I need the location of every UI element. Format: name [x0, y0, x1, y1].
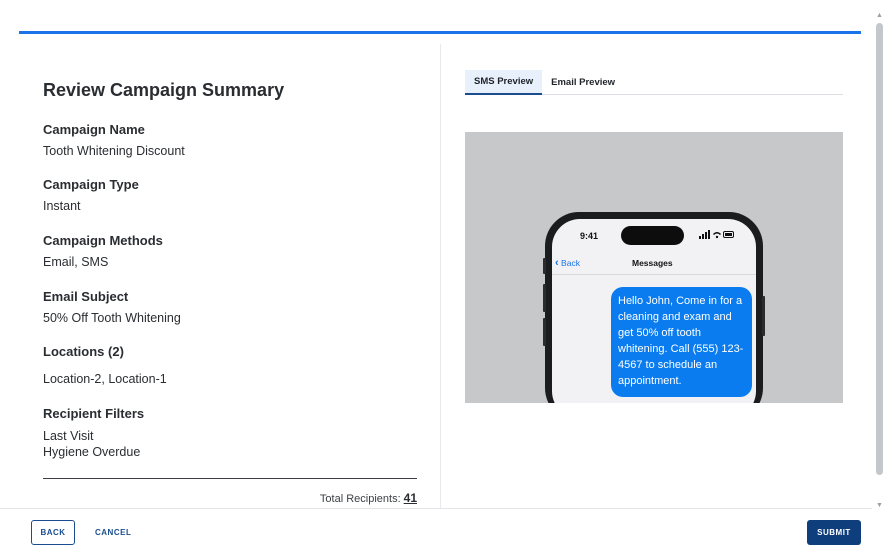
scroll-down-arrow-icon[interactable]: ▼ [875, 502, 884, 510]
footer-divider [0, 508, 872, 509]
messages-nav-bar: ‹ Back Messages [552, 249, 756, 275]
campaign-name-label: Campaign Name [43, 122, 145, 137]
submit-button[interactable]: SUBMIT [807, 520, 861, 545]
campaign-methods-label: Campaign Methods [43, 233, 163, 248]
top-accent-bar [19, 31, 861, 34]
campaign-methods-value: Email, SMS [43, 255, 109, 269]
chevron-left-icon: ‹ [555, 257, 559, 269]
email-subject-label: Email Subject [43, 289, 129, 304]
campaign-type-label: Campaign Type [43, 177, 139, 192]
campaign-name-value: Tooth Whitening Discount [43, 144, 185, 158]
tab-sms-preview[interactable]: SMS Preview [465, 70, 543, 95]
scroll-up-arrow-icon[interactable]: ▲ [875, 12, 884, 20]
vertical-scrollbar[interactable]: ▲ ▼ [875, 12, 884, 510]
email-subject-value: 50% Off Tooth Whitening [43, 311, 181, 325]
page-title: Review Campaign Summary [43, 80, 285, 100]
cancel-button[interactable]: CANCEL [95, 520, 131, 545]
sms-preview-area: 9:41 ‹ Back Messages Hello John, Come in… [465, 132, 843, 403]
phone-side-button [543, 258, 546, 274]
phone-side-button [762, 296, 765, 336]
summary-divider [43, 478, 417, 479]
preview-tabs: SMS Preview Email Preview [465, 70, 843, 95]
recipient-filters-label: Recipient Filters [43, 406, 145, 421]
scrollbar-thumb[interactable] [876, 23, 883, 475]
back-button[interactable]: BACK [31, 520, 75, 545]
locations-label: Locations (2) [43, 344, 124, 359]
back-link-label: Back [561, 258, 580, 268]
tab-email-preview[interactable]: Email Preview [542, 70, 624, 95]
recipient-filter-item: Hygiene Overdue [43, 445, 141, 459]
phone-side-button [543, 284, 546, 312]
messages-title: Messages [632, 258, 673, 268]
signal-wifi-battery-icon [699, 230, 735, 241]
locations-value: Location-2, Location-1 [43, 372, 167, 386]
sms-message-bubble: Hello John, Come in for a cleaning and e… [611, 287, 752, 397]
phone-side-button [543, 318, 546, 346]
status-time: 9:41 [580, 231, 599, 241]
recipient-filter-item: Last Visit [43, 429, 94, 443]
messages-back-link[interactable]: ‹ Back [555, 257, 580, 269]
campaign-type-value: Instant [43, 199, 81, 213]
dynamic-island [621, 226, 684, 245]
phone-mockup: 9:41 ‹ Back Messages Hello John, Come in… [543, 212, 765, 403]
panel-divider [440, 44, 441, 508]
phone-screen: 9:41 ‹ Back Messages Hello John, Come in… [552, 219, 756, 403]
total-recipients: Total Recipients: 41 [320, 491, 417, 505]
total-recipients-count[interactable]: 41 [404, 491, 417, 505]
phone-status-bar: 9:41 [552, 219, 756, 249]
total-recipients-label: Total Recipients: [319, 493, 401, 505]
